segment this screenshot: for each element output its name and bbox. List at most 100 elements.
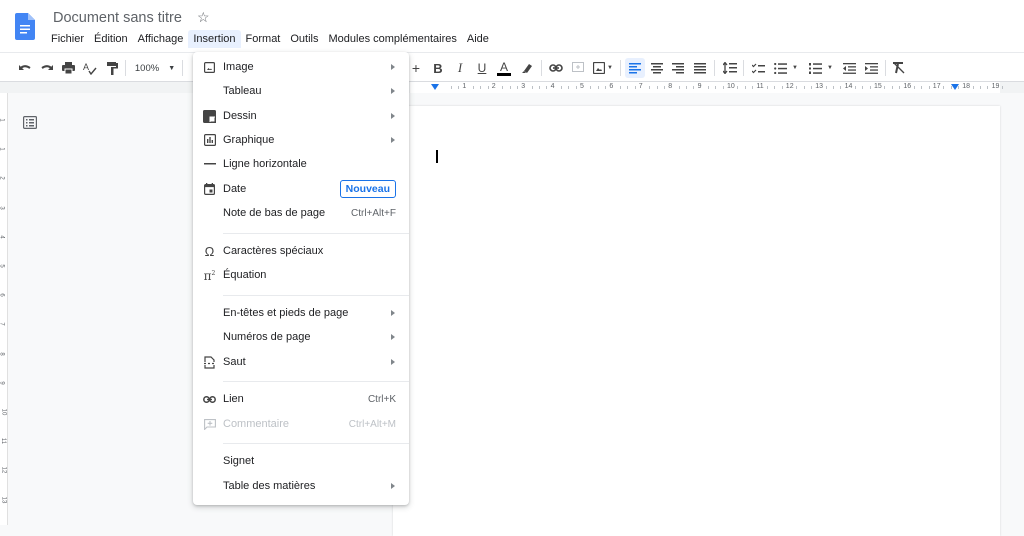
menu-item-label: Graphique [223,134,275,146]
vertical-ruler-number: 5 [0,264,5,267]
link-icon[interactable] [547,58,565,78]
menu-item-numeros-de-page[interactable]: Numéros de page [193,326,409,348]
redo-icon[interactable] [38,58,56,78]
ruler-number: 8 [668,83,673,90]
undo-icon[interactable] [16,58,34,78]
highlight-icon[interactable] [519,58,535,78]
ruler-number: 6 [609,83,614,90]
spellcheck-icon[interactable]: A [81,58,99,78]
decrease-indent-icon[interactable] [840,58,858,78]
align-left-icon[interactable] [625,58,645,78]
ruler-tick [480,86,482,89]
clear-formatting-icon[interactable] [890,58,908,78]
menu-item-note-de-bas-de-page[interactable]: Note de bas de page Ctrl+Alt+F [193,202,409,224]
ruler-tick [560,86,562,89]
zoom-value: 100% [134,62,160,74]
horizontal-line-icon [203,158,216,171]
vertical-ruler-number: 1 [0,118,5,121]
menu-item-signet[interactable]: Signet [193,450,409,472]
vertical-ruler-number: 10 [0,408,7,416]
menu-item-caracteres-speciaux[interactable]: Ω Caractères spéciaux [193,240,409,262]
vertical-ruler-number: 6 [0,294,5,297]
horizontal-ruler: 1 2 3 4 5 6 7 8 9 10 11 12 13 14 15 16 17 18 19 [0,82,1024,93]
menubar: Fichier Édition Affichage Insertion Form… [46,30,494,48]
increase-indent-icon[interactable] [862,58,880,78]
ruler-tick [575,86,577,89]
google-docs-icon[interactable] [15,13,35,40]
menu-aide[interactable]: Aide [462,30,494,48]
ruler-number: 3 [521,83,526,90]
bold-icon[interactable]: B [430,58,446,78]
ruler-tick [796,86,798,89]
chart-icon [203,134,216,147]
ruler-number: 10 [727,83,735,90]
bulleted-list-icon[interactable]: ▼ [771,58,801,78]
ruler-number: 13 [815,83,823,90]
ruler-tick [693,86,695,89]
page-break-icon [203,355,216,369]
menu-fichier[interactable]: Fichier [46,30,89,48]
text-color-icon[interactable]: A [495,58,513,78]
vertical-ruler-number: 12 [0,467,7,474]
menu-edition[interactable]: Édition [89,30,133,48]
justify-icon[interactable] [690,58,710,78]
link-icon [203,393,216,406]
document-outline-icon[interactable] [23,116,38,134]
comment-icon[interactable] [569,58,587,78]
increase-font-size-icon[interactable]: + [409,58,423,78]
ruler-number: 18 [962,83,970,90]
ruler-tick [619,86,621,89]
menu-affichage[interactable]: Affichage [133,30,189,48]
ruler-number: 15 [874,83,882,90]
ruler-tick [840,86,842,89]
menu-item-lien[interactable]: Lien Ctrl+K [193,388,409,410]
document-title[interactable]: Document sans titre [53,10,182,26]
ruler-tick [590,86,592,89]
checklist-icon[interactable] [749,58,767,78]
ruler-tick [663,86,665,89]
menu-insertion[interactable]: Insertion [188,30,241,48]
menu-outils[interactable]: Outils [285,30,323,48]
menu-format[interactable]: Format [241,30,286,48]
underline-icon[interactable]: U [474,58,490,78]
ruler-tick [656,86,658,89]
ruler-tick [869,86,871,89]
menu-item-equation[interactable]: π2 Équation [193,264,409,286]
menu-item-dessin[interactable]: Dessin [193,105,409,127]
menu-item-image[interactable]: Image [193,56,409,78]
print-icon[interactable] [59,58,77,78]
menu-item-tableau[interactable]: Tableau [193,80,409,102]
ruler-tick [928,86,930,89]
menu-item-label: Dessin [223,110,257,122]
calendar-icon [203,183,216,196]
menu-item-graphique[interactable]: Graphique [193,129,409,151]
comment-icon [203,418,216,431]
align-right-icon[interactable] [668,58,688,78]
keyboard-shortcut: Ctrl+Alt+M [348,418,396,430]
menu-item-saut[interactable]: Saut [193,351,409,373]
left-indent-marker[interactable] [431,84,439,90]
menu-item-en-tetes-et-pieds-de-page[interactable]: En-têtes et pieds de page [193,302,409,324]
right-indent-marker[interactable] [951,84,959,90]
menu-item-table-des-matieres[interactable]: Table des matières [193,475,409,497]
line-spacing-icon[interactable] [720,58,740,78]
ruler-tick [568,86,570,89]
menu-item-date[interactable]: Date Nouveau [193,178,409,200]
ruler-tick [538,86,540,89]
menu-item-ligne-horizontale[interactable]: Ligne horizontale [193,153,409,175]
document-page[interactable] [393,106,1000,536]
align-center-icon[interactable] [647,58,667,78]
keyboard-shortcut: Ctrl+K [367,393,396,405]
numbered-list-icon[interactable]: ▼ [806,58,836,78]
ruler-tick [884,86,886,89]
menu-modules[interactable]: Modules complémentaires [324,30,462,48]
text-cursor [436,150,438,163]
paint-format-icon[interactable] [103,58,121,78]
submenu-arrow-icon [391,137,395,143]
insert-image-icon[interactable]: ▼ [590,58,616,78]
italic-icon[interactable]: I [452,58,468,78]
star-icon[interactable]: ☆ [197,9,210,26]
zoom-dropdown[interactable]: 100% ▼ [133,58,177,78]
ruler-tick [516,86,518,89]
menu-item-label: Numéros de page [223,331,311,343]
